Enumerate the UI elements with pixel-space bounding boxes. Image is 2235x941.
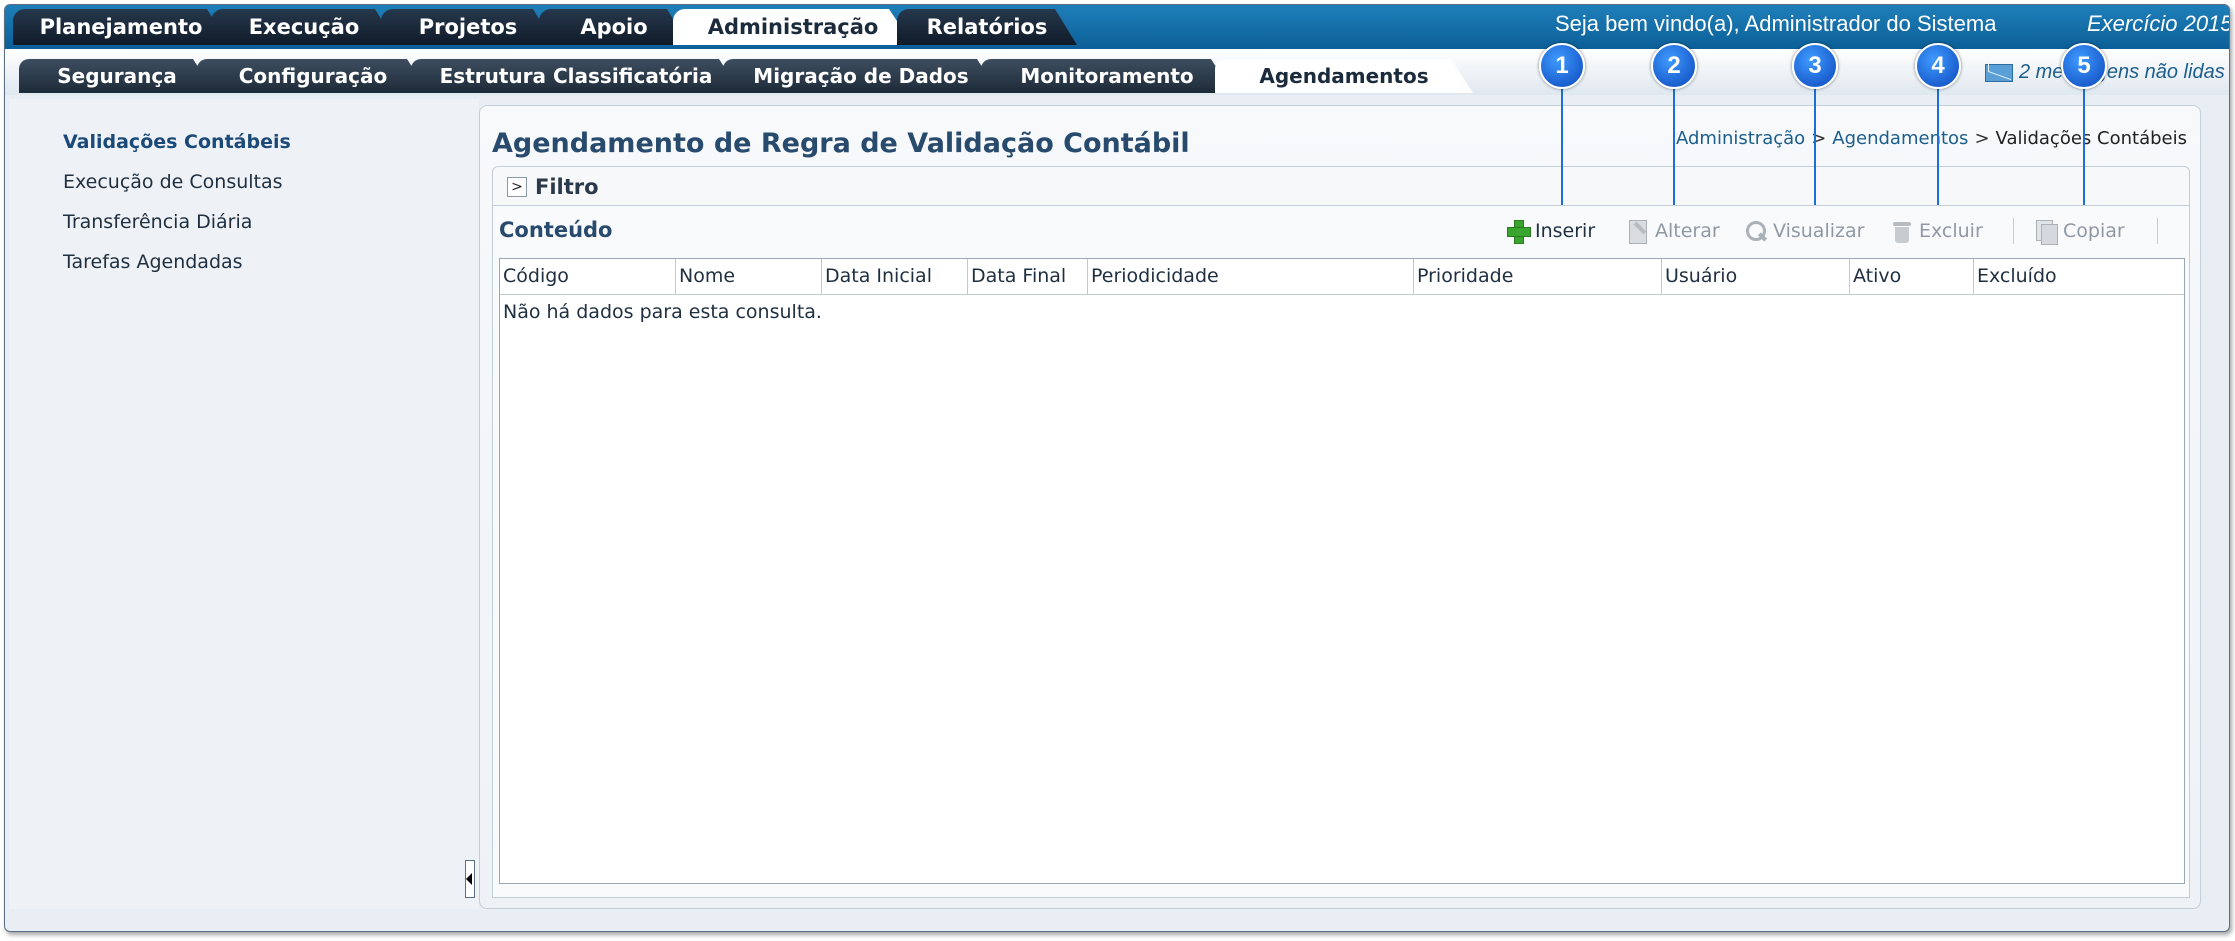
callout-line-4: [1937, 87, 1939, 205]
callout-badge-4: 4: [1915, 43, 1961, 89]
column-header-prioridade[interactable]: Prioridade: [1414, 259, 1662, 295]
page-title: Agendamento de Regra de Validação Contáb…: [492, 128, 1190, 159]
pencil-icon: [1625, 218, 1651, 244]
copy-icon: [2033, 218, 2059, 245]
tab-execucao[interactable]: Execução: [211, 9, 397, 45]
subtab-configuracao[interactable]: Configuração: [197, 59, 429, 93]
results-table: Código Nome Data Inicial Data Final Peri…: [499, 258, 2185, 884]
unread-messages-text: 2 mensagens não lidas: [2019, 61, 2225, 83]
mail-icon: [1985, 63, 2013, 82]
magnifier-icon: [1743, 218, 1769, 244]
callout-line-2: [1673, 87, 1675, 205]
edit-button[interactable]: Alterar: [1625, 218, 1720, 244]
column-header-nome[interactable]: Nome: [676, 259, 822, 295]
breadcrumb-administracao[interactable]: Administração: [1676, 128, 1805, 149]
callout-badge-5: 5: [2061, 43, 2107, 89]
tab-relatorios[interactable]: Relatórios: [897, 9, 1077, 45]
callout-badge-3: 3: [1792, 43, 1838, 89]
table-header: Código Nome Data Inicial Data Final Peri…: [500, 259, 2184, 295]
insert-button-label: Inserir: [1535, 220, 1596, 242]
page-body: Validações Contábeis Execução de Consult…: [5, 95, 2229, 931]
sidebar-item-validacoes-contabeis[interactable]: Validações Contábeis: [63, 131, 291, 153]
copy-button-label: Copiar: [2063, 220, 2125, 242]
breadcrumb-separator: >: [1974, 128, 1990, 149]
welcome-text: Seja bem vindo(a), Administrador do Sist…: [1555, 11, 1997, 36]
sidebar-item-execucao-consultas[interactable]: Execução de Consultas: [63, 171, 283, 193]
toolbar-separator: [2157, 218, 2158, 244]
exercise-year[interactable]: Exercício 2015: [2087, 11, 2229, 37]
tab-planejamento[interactable]: Planejamento: [13, 9, 229, 45]
sidebar: Validações Contábeis Execução de Consult…: [9, 99, 479, 909]
subtab-estrutura-classificatoria[interactable]: Estrutura Classificatória: [411, 59, 741, 93]
toolbar-separator: [2013, 218, 2014, 244]
column-header-data-inicial[interactable]: Data Inicial: [822, 259, 968, 295]
callout-line-5: [2083, 87, 2085, 205]
breadcrumb-current: Validações Contábeis: [1995, 128, 2187, 149]
insert-button[interactable]: Inserir: [1505, 218, 1595, 244]
edit-button-label: Alterar: [1655, 220, 1720, 242]
filter-panel: > Filtro: [492, 166, 2190, 206]
callout-badge-1: 1: [1539, 43, 1585, 89]
sidebar-item-transferencia-diaria[interactable]: Transferência Diária: [63, 211, 252, 233]
column-header-excluido[interactable]: Excluído: [1974, 259, 2184, 295]
delete-button-label: Excluir: [1919, 220, 1983, 242]
filter-expand-toggle[interactable]: >: [507, 177, 527, 197]
sidebar-item-tarefas-agendadas[interactable]: Tarefas Agendadas: [63, 251, 243, 273]
tab-administracao[interactable]: Administração: [673, 9, 913, 45]
column-header-codigo[interactable]: Código: [500, 259, 676, 295]
tab-apoio[interactable]: Apoio: [539, 9, 689, 45]
column-header-ativo[interactable]: Ativo: [1850, 259, 1974, 295]
breadcrumb: Administração > Agendamentos > Validações Co…: [1676, 128, 2187, 149]
subtab-agendamentos[interactable]: Agendamentos: [1215, 59, 1473, 93]
column-header-data-final[interactable]: Data Final: [968, 259, 1088, 295]
main-panel: Agendamento de Regra de Validação Contáb…: [479, 105, 2201, 909]
callout-line-3: [1814, 87, 1816, 205]
subtab-seguranca[interactable]: Segurança: [19, 59, 215, 93]
top-navigation-bar: Planejamento Execução Projetos Apoio Adm…: [5, 5, 2229, 49]
callout-badge-2: 2: [1651, 43, 1697, 89]
view-button-label: Visualizar: [1773, 220, 1865, 242]
column-header-periodicidade[interactable]: Periodicidade: [1088, 259, 1414, 295]
plus-icon: [1505, 218, 1531, 244]
subtab-monitoramento[interactable]: Monitoramento: [981, 59, 1233, 93]
breadcrumb-agendamentos[interactable]: Agendamentos: [1832, 128, 1968, 149]
content-label: Conteúdo: [499, 218, 613, 242]
column-header-usuario[interactable]: Usuário: [1662, 259, 1850, 295]
subtab-migracao-dados[interactable]: Migração de Dados: [723, 59, 999, 93]
callout-line-1: [1561, 87, 1563, 205]
trash-icon: [1889, 218, 1915, 244]
tab-projetos[interactable]: Projetos: [381, 9, 555, 45]
filter-label[interactable]: Filtro: [535, 175, 599, 199]
view-button[interactable]: Visualizar: [1743, 218, 1864, 244]
content-panel: Conteúdo Inserir Alterar Visualizar Excl…: [492, 206, 2190, 898]
delete-button[interactable]: Excluir: [1889, 218, 1983, 244]
sub-navigation-bar: Segurança Configuração Estrutura Classif…: [5, 49, 2229, 95]
app-window: Planejamento Execução Projetos Apoio Adm…: [4, 4, 2230, 932]
empty-table-message: Não há dados para esta consulta.: [503, 301, 822, 323]
sidebar-collapse-handle[interactable]: [465, 860, 475, 898]
copy-button[interactable]: Copiar: [2033, 218, 2125, 245]
